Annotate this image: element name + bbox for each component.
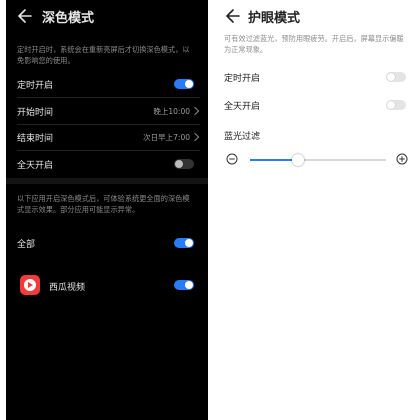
eye-all-day-toggle[interactable] [386, 100, 406, 110]
start-time-label: 开始时间 [17, 108, 54, 118]
scheduled-label: 定时开启 [17, 81, 54, 91]
all-day-row[interactable]: 全天开启 [6, 151, 208, 177]
app-row-xigua[interactable]: 西瓜视频 [6, 271, 208, 299]
app-name: 西瓜视频 [49, 283, 86, 293]
all-day-label: 全天开启 [17, 161, 54, 171]
slider-track[interactable] [250, 154, 386, 166]
end-time-value: 次日早上7:00 [143, 133, 190, 142]
page-title: 护眼模式 [248, 11, 301, 26]
end-time-row[interactable]: 结束时间 次日早上7:00 [6, 124, 208, 150]
eye-all-day-row[interactable]: 全天开启 [216, 92, 420, 118]
dark-mode-header: 深色模式 [6, 6, 208, 26]
eye-scheduled-toggle[interactable] [386, 72, 406, 82]
eye-comfort-screen: 护眼模式 可有效过滤蓝光，预防用眼疲劳。开启后，屏幕显示偏暖为正常现象。 定时开… [216, 0, 420, 420]
back-arrow-icon[interactable] [16, 6, 34, 26]
toggle-knob [387, 73, 395, 81]
minus-circle-icon[interactable] [226, 153, 238, 165]
eye-scheduled-row[interactable]: 定时开启 [216, 64, 420, 90]
eye-comfort-description: 可有效过滤蓝光，预防用眼疲劳。开启后，屏幕显示偏暖为正常现象。 [224, 34, 404, 54]
chevron-right-icon [190, 132, 200, 142]
eye-scheduled-label: 定时开启 [224, 74, 261, 84]
eye-all-day-label: 全天开启 [224, 102, 261, 112]
start-time-row[interactable]: 开始时间 晚上10:00 [6, 98, 208, 124]
all-apps-label: 全部 [17, 240, 36, 250]
toggle-knob [175, 160, 183, 168]
dark-mode-screen: 深色模式 定时开启时，系统会在重新亮屏后才切换深色模式，以免影响您的使用。 定时… [6, 0, 208, 420]
toggle-knob [185, 80, 193, 88]
xigua-video-app-icon [20, 275, 40, 295]
section-gap [6, 178, 208, 184]
all-day-toggle[interactable] [174, 159, 194, 169]
toggle-knob [387, 101, 395, 109]
scheduled-row[interactable]: 定时开启 [6, 71, 208, 97]
play-icon [28, 282, 33, 288]
apps-description: 以下应用开启深色模式后，可体验系统更全面的深色模式显示效果。部分应用可能显示异常… [17, 194, 190, 214]
blue-light-label: 蓝光过滤 [224, 132, 261, 142]
back-arrow-icon[interactable] [224, 6, 242, 26]
blue-light-slider[interactable] [224, 150, 412, 170]
plus-circle-icon[interactable] [396, 153, 408, 165]
blue-light-row: 蓝光过滤 [216, 122, 420, 148]
all-apps-toggle[interactable] [174, 238, 194, 248]
end-time-label: 结束时间 [17, 134, 54, 144]
scheduled-toggle[interactable] [174, 79, 194, 89]
slider-fill [250, 159, 298, 161]
page-title: 深色模式 [42, 11, 95, 26]
all-apps-row[interactable]: 全部 [6, 230, 208, 256]
dark-mode-description: 定时开启时，系统会在重新亮屏后才切换深色模式，以免影响您的使用。 [17, 45, 190, 65]
chevron-right-icon [190, 106, 200, 116]
eye-comfort-header: 护眼模式 [216, 6, 420, 26]
toggle-knob [185, 239, 193, 247]
toggle-knob [185, 281, 193, 289]
app-toggle[interactable] [174, 280, 194, 290]
start-time-value: 晚上10:00 [153, 107, 190, 116]
slider-thumb[interactable] [291, 154, 304, 166]
